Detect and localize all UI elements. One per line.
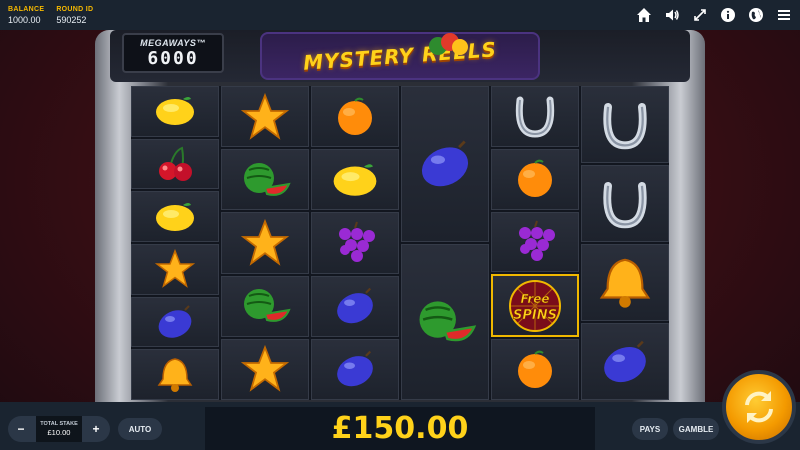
symbol-orange bbox=[491, 339, 579, 400]
volume-icon[interactable] bbox=[664, 7, 680, 23]
total-stake-label: TOTAL STAKE bbox=[40, 421, 78, 427]
horseshoe-icon bbox=[603, 102, 647, 149]
round-id-label: ROUND ID bbox=[56, 5, 94, 13]
megaways-panel: MEGAWAYS™ 6000 bbox=[122, 33, 224, 73]
stake-decrease-button[interactable]: − bbox=[12, 420, 30, 438]
star-icon bbox=[155, 249, 195, 289]
plum-icon bbox=[337, 287, 373, 324]
reel-2 bbox=[221, 86, 309, 401]
watermelon-icon bbox=[419, 301, 477, 342]
lemon-icon bbox=[333, 164, 377, 196]
megaways-count: 6000 bbox=[147, 47, 199, 69]
symbol-horseshoe bbox=[491, 86, 579, 147]
auto-button[interactable]: AUTO bbox=[118, 418, 162, 440]
plum-icon bbox=[158, 305, 192, 338]
symbol-watermelon bbox=[221, 275, 309, 337]
stake-increase-button[interactable]: + bbox=[87, 420, 105, 438]
total-stake-display: TOTAL STAKE £10.00 bbox=[36, 416, 82, 442]
orange-icon bbox=[518, 350, 552, 388]
star-icon bbox=[241, 219, 289, 266]
symbol-bell bbox=[131, 349, 219, 401]
symbol-lemon bbox=[131, 86, 219, 137]
top-bar: BALANCE 1000.00 ROUND ID 590252 bbox=[0, 0, 800, 30]
logo-fruit-icon bbox=[429, 33, 468, 55]
symbol-free-spins: Free SPINS bbox=[491, 274, 579, 338]
total-stake-value: £10.00 bbox=[47, 428, 71, 437]
game-logo: MYSTERY REELS bbox=[260, 32, 540, 80]
grapes-icon bbox=[339, 221, 375, 262]
spin-arrows-icon bbox=[745, 391, 773, 423]
reel-4 bbox=[401, 86, 489, 400]
balance-value: 1000.00 bbox=[8, 14, 41, 25]
symbol-lemon bbox=[131, 191, 219, 243]
horseshoe-icon bbox=[603, 181, 647, 228]
top-icons bbox=[636, 0, 792, 30]
symbol-plum bbox=[581, 323, 669, 400]
reels-grid: Free SPINS bbox=[131, 86, 669, 401]
balance-label: BALANCE bbox=[8, 5, 45, 13]
symbol-lemon bbox=[311, 149, 399, 211]
fullscreen-icon[interactable] bbox=[692, 7, 708, 23]
plum-icon bbox=[604, 340, 646, 382]
symbol-grapes bbox=[311, 212, 399, 274]
plum-icon bbox=[421, 140, 469, 187]
lemon-icon bbox=[156, 202, 194, 231]
symbol-watermelon bbox=[221, 149, 309, 211]
symbol-plum bbox=[311, 275, 399, 337]
free-spins-text-free: Free bbox=[520, 292, 549, 306]
reel-6 bbox=[581, 86, 669, 400]
bell-icon bbox=[157, 357, 193, 392]
round-id-value: 590252 bbox=[56, 14, 87, 25]
reel-1 bbox=[131, 86, 219, 401]
spin-button[interactable] bbox=[722, 370, 796, 444]
symbol-star bbox=[221, 212, 309, 274]
symbol-star bbox=[221, 338, 309, 401]
symbol-grapes bbox=[491, 211, 579, 273]
plum-icon bbox=[337, 351, 373, 387]
watermelon-icon bbox=[244, 162, 291, 196]
lemon-icon bbox=[156, 97, 194, 126]
pays-button[interactable]: PAYS bbox=[632, 418, 668, 440]
star-icon bbox=[241, 345, 289, 393]
megaways-logo: MEGAWAYS™ bbox=[140, 37, 206, 48]
cherry-icon bbox=[159, 146, 192, 181]
win-amount: £150.00 bbox=[331, 411, 469, 446]
symbol-star bbox=[131, 244, 219, 295]
reel-5: Free SPINS bbox=[491, 86, 579, 400]
free-spins-icon: Free SPINS bbox=[509, 279, 561, 332]
orange-icon bbox=[518, 159, 552, 198]
orange-icon bbox=[338, 97, 372, 135]
watermelon-icon bbox=[244, 289, 291, 323]
info-icon[interactable] bbox=[720, 7, 736, 23]
globe-icon[interactable] bbox=[748, 7, 764, 23]
symbol-orange bbox=[311, 86, 399, 148]
horseshoe-icon bbox=[515, 96, 555, 138]
symbol-orange bbox=[491, 148, 579, 210]
star-icon bbox=[241, 92, 289, 140]
symbol-plum bbox=[311, 338, 399, 401]
round-stat: ROUND ID 590252 bbox=[56, 6, 93, 25]
balance-stat: BALANCE 1000.00 bbox=[8, 6, 44, 25]
home-icon[interactable] bbox=[636, 7, 652, 23]
symbol-plum bbox=[131, 296, 219, 348]
gamble-button[interactable]: GAMBLE bbox=[673, 418, 719, 440]
grapes-icon bbox=[519, 220, 555, 261]
win-display: £150.00 bbox=[205, 407, 595, 450]
reel-3 bbox=[311, 86, 399, 401]
symbol-cherry bbox=[131, 138, 219, 190]
symbol-plum bbox=[401, 86, 489, 242]
free-spins-text-spins: SPINS bbox=[513, 308, 557, 323]
symbol-horseshoe bbox=[581, 165, 669, 242]
symbol-watermelon bbox=[401, 244, 489, 400]
menu-icon[interactable] bbox=[776, 7, 792, 23]
bell-icon bbox=[599, 258, 651, 308]
symbol-star bbox=[221, 86, 309, 148]
symbol-horseshoe bbox=[581, 86, 669, 163]
symbol-bell bbox=[581, 244, 669, 321]
